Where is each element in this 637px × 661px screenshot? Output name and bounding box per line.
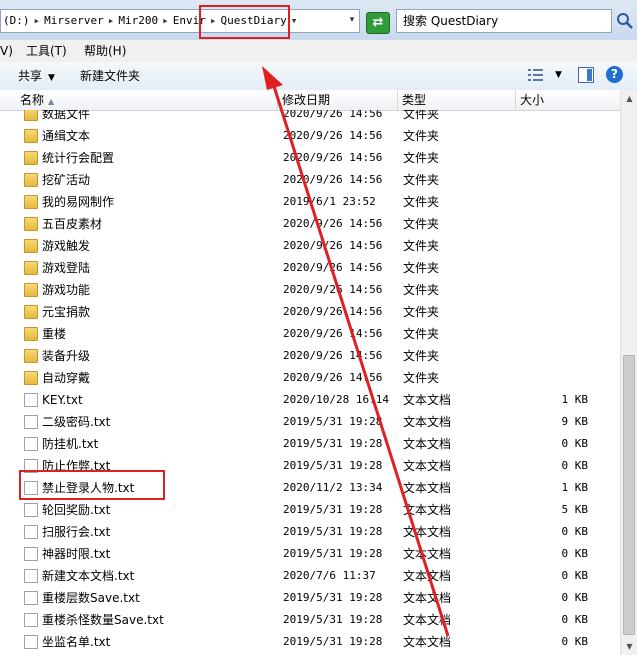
- annotation-arrow: [262, 66, 450, 637]
